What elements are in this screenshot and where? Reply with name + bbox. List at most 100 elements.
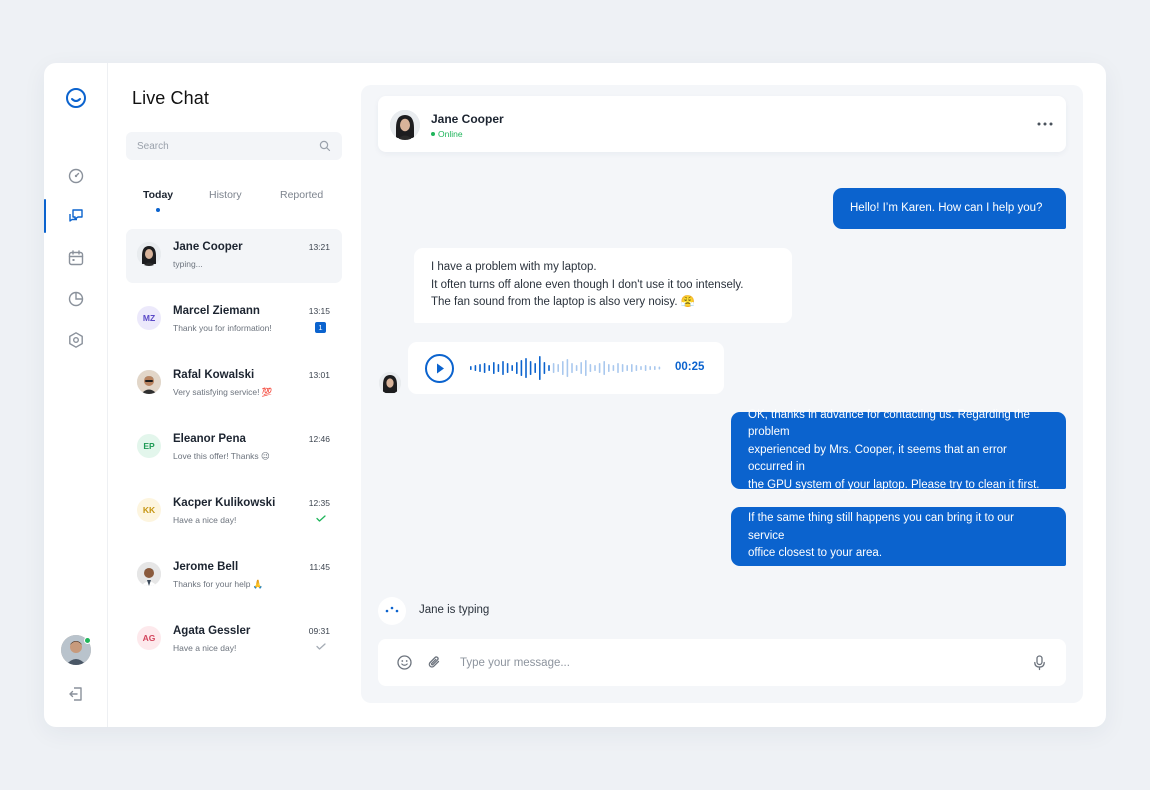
message-preview: Very satisfying service! 💯 — [173, 387, 273, 397]
avatar: MZ — [137, 306, 161, 330]
conversation-item[interactable]: AG Agata Gessler Have a nice day! 09:31 — [126, 613, 342, 667]
unread-badge: 1 — [315, 322, 326, 333]
waveform-bar — [644, 365, 647, 371]
play-button[interactable] — [425, 354, 454, 383]
waveform-bar — [566, 359, 569, 377]
waveform-bar — [640, 366, 642, 370]
conversation-tabs: Today History Reported — [126, 189, 342, 215]
contact-name: Marcel Ziemann — [173, 305, 260, 317]
tab-today[interactable]: Today — [143, 189, 173, 201]
online-status-dot — [84, 637, 91, 644]
waveform-bar — [562, 361, 564, 375]
waveform-bar — [479, 364, 481, 372]
chart-icon[interactable] — [67, 290, 85, 308]
conversation-item[interactable]: MZ Marcel Ziemann Thank you for informat… — [126, 293, 342, 347]
waveform-bar — [557, 364, 559, 372]
emoji-icon[interactable] — [396, 654, 413, 671]
waveform-bar — [580, 362, 582, 374]
message-text: Hello! I’m Karen. How can I help you? — [850, 201, 1043, 214]
conversation-panel: Live Chat Today History Reported — [108, 63, 360, 727]
contact-avatar[interactable] — [390, 110, 420, 140]
voice-duration: 00:25 — [675, 361, 705, 373]
tab-reported[interactable]: Reported — [280, 189, 323, 201]
voice-message: 00:25 — [408, 342, 724, 394]
avatar — [137, 242, 161, 266]
message-preview: Love this offer! Thanks 😉 — [173, 451, 270, 461]
avatar: AG — [137, 626, 161, 650]
more-options-icon[interactable] — [1036, 120, 1054, 128]
waveform-bar — [612, 365, 615, 371]
waveform-bar — [571, 363, 573, 373]
search-box[interactable] — [126, 132, 342, 160]
typing-dots-icon — [378, 597, 406, 625]
message-time: 13:01 — [308, 370, 330, 380]
waveform-bar — [603, 361, 605, 375]
waveform-bar — [585, 360, 587, 376]
search-icon[interactable] — [319, 140, 331, 152]
waveform-bar — [520, 360, 523, 376]
tab-history[interactable]: History — [209, 189, 242, 201]
contact-name: Rafal Kowalski — [173, 369, 255, 381]
waveform-bar — [529, 361, 532, 375]
contact-name: Jane Cooper — [173, 241, 243, 253]
microphone-icon[interactable] — [1031, 654, 1048, 671]
waveform-bar — [539, 356, 541, 380]
message-text: I have a problem with my laptop. It ofte… — [431, 261, 744, 309]
logo-icon[interactable] — [65, 87, 87, 109]
contact-avatar-small — [379, 372, 401, 394]
avatar — [137, 370, 161, 394]
waveform-bar — [506, 363, 509, 373]
message-text: If the same thing still happens you can … — [748, 512, 1014, 560]
message-composer — [378, 639, 1066, 686]
search-input[interactable] — [126, 132, 342, 160]
waveform-bar — [589, 364, 592, 372]
calendar-icon[interactable] — [67, 249, 85, 267]
message-time: 09:31 — [308, 626, 330, 636]
waveform-bar — [525, 358, 527, 378]
avatar — [137, 562, 161, 586]
app-window: Live Chat Today History Reported — [44, 63, 1106, 727]
chat-area: Jane Cooper Online Hello! I’m Karen. How… — [361, 85, 1083, 703]
contact-name: Jerome Bell — [173, 561, 239, 573]
waveform-bar — [575, 365, 578, 371]
message-time: 13:21 — [308, 242, 330, 252]
contact-name: Agata Gessler — [173, 625, 251, 637]
waveform-bar — [483, 363, 486, 373]
contact-name: Eleanor Pena — [173, 433, 246, 445]
customer-message: I have a problem with my laptop. It ofte… — [414, 248, 792, 323]
attachment-icon[interactable] — [426, 654, 443, 671]
message-time: 11:45 — [309, 562, 330, 572]
message-text: OK, thanks in advance for contacting us.… — [748, 408, 1040, 491]
chat-icon[interactable] — [67, 207, 85, 225]
waveform-bar — [488, 365, 490, 371]
audio-waveform[interactable] — [470, 354, 665, 382]
waveform-bar — [552, 363, 555, 373]
waveform-bar — [621, 364, 624, 372]
conversation-item[interactable]: KK Kacper Kulikowski Have a nice day! 12… — [126, 485, 342, 539]
waveform-bar — [594, 365, 596, 371]
online-status: Online — [431, 129, 463, 139]
agent-message: Hello! I’m Karen. How can I help you? — [833, 188, 1066, 229]
message-preview: Have a nice day! — [173, 515, 237, 525]
waveform-bar — [548, 365, 550, 371]
logout-icon[interactable] — [67, 685, 85, 703]
conversation-item[interactable]: Rafal Kowalski Very satisfying service! … — [126, 357, 342, 411]
play-icon — [437, 363, 444, 374]
waveform-bar — [598, 363, 601, 373]
waveform-bar — [654, 366, 656, 370]
settings-icon[interactable] — [67, 331, 85, 349]
conversation-item[interactable]: EP Eleanor Pena Love this offer! Thanks … — [126, 421, 342, 475]
conversation-item[interactable]: Jane Cooper typing... 13:21 — [126, 229, 342, 283]
waveform-bar — [534, 363, 536, 373]
message-time: 12:46 — [308, 434, 330, 444]
conversation-item[interactable]: Jerome Bell Thanks for your help 🙏 11:45 — [126, 549, 342, 603]
message-preview: Have a nice day! — [173, 643, 237, 653]
waveform-bar — [511, 365, 513, 371]
message-input[interactable] — [460, 639, 1000, 686]
waveform-bar — [493, 362, 495, 374]
dashboard-icon[interactable] — [67, 167, 85, 185]
waveform-bar — [502, 361, 504, 375]
page-title: Live Chat — [132, 88, 209, 108]
waveform-bar — [516, 362, 518, 374]
agent-message: OK, thanks in advance for contacting us.… — [731, 409, 1066, 491]
